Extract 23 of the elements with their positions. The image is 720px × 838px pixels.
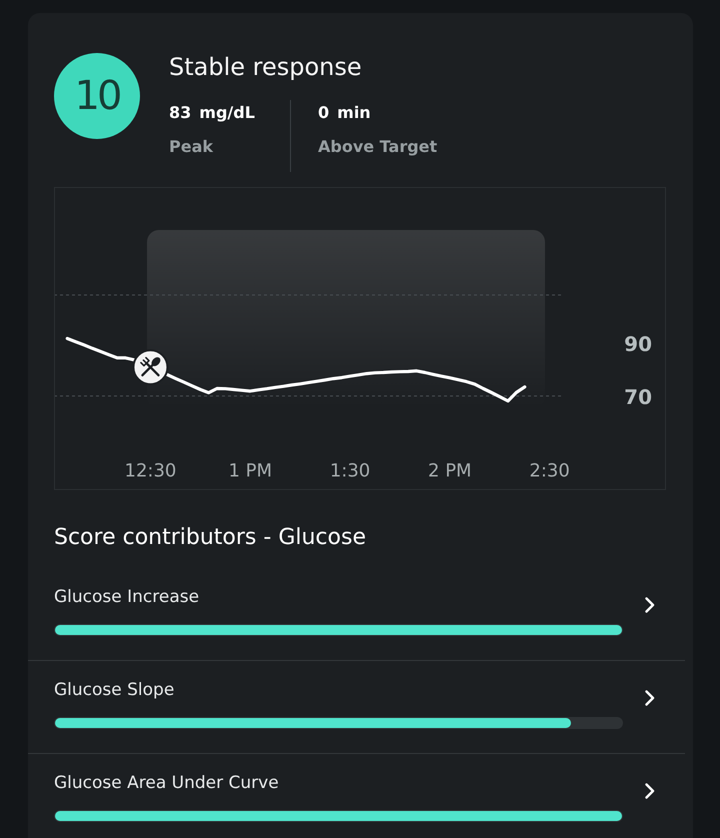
- y-axis-label: 90: [624, 332, 652, 356]
- section-title: Score contributors - Glucose: [54, 524, 367, 552]
- y-axis-label: 70: [624, 384, 652, 409]
- stat-unit: min: [337, 102, 371, 124]
- stat-value: 0: [318, 102, 330, 124]
- contributor-label: Glucose Increase: [54, 586, 200, 609]
- x-axis-label: 12:30: [124, 460, 176, 482]
- contributor-label: Glucose Slope: [54, 679, 174, 702]
- stat-unit: mg/dL: [199, 102, 255, 124]
- fork-spoon-icon: [132, 349, 168, 386]
- stat-value: 83: [169, 102, 192, 124]
- chevron-right-icon[interactable]: [645, 690, 655, 706]
- x-axis-label: 2:30: [529, 460, 570, 482]
- stat-label: Peak: [169, 136, 214, 158]
- score-badge: 10: [54, 53, 140, 139]
- x-axis-label: 1 PM: [228, 460, 272, 482]
- chevron-right-icon[interactable]: [645, 782, 655, 798]
- response-title: Stable response: [169, 52, 363, 82]
- stat-label: Above Target: [318, 136, 438, 158]
- x-axis-label: 2 PM: [428, 460, 472, 482]
- chevron-right-icon[interactable]: [645, 596, 655, 612]
- x-axis-label: 1:30: [330, 460, 370, 482]
- contributor-label: Glucose Area Under Curve: [54, 772, 279, 795]
